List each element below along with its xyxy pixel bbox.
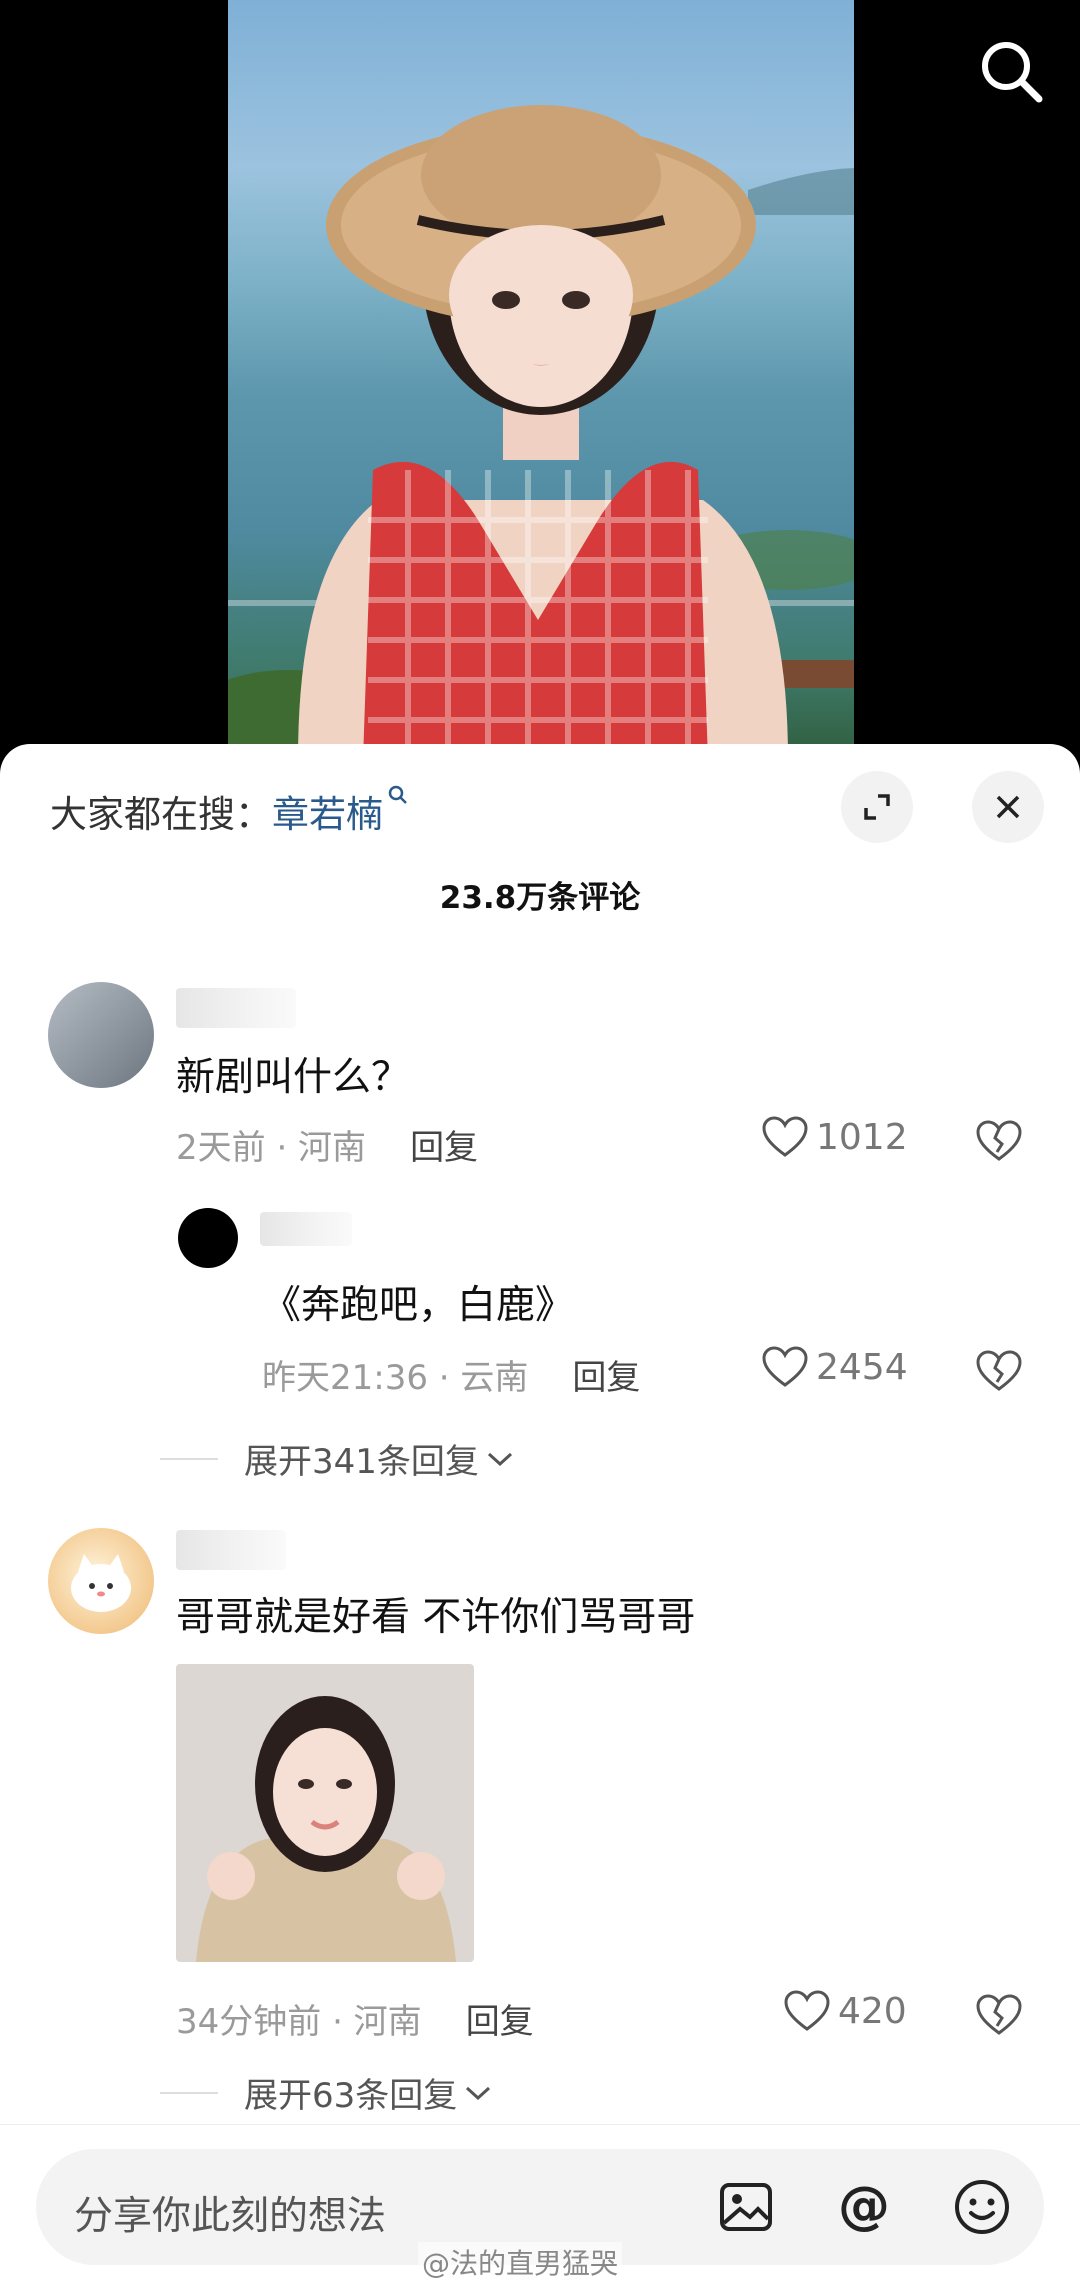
expand-line — [160, 2091, 218, 2094]
video-frame — [228, 0, 854, 760]
comment-image[interactable] — [176, 1664, 474, 1962]
broken-heart-icon — [976, 1120, 1022, 1161]
close-icon — [996, 795, 1020, 819]
hot-search: 大家都在搜：章若楠 — [50, 784, 409, 838]
at-icon: @ — [838, 2177, 890, 2236]
reply-button[interactable]: 回复 — [410, 1128, 478, 1168]
reply-button[interactable]: 回复 — [466, 2002, 534, 2042]
keyword-search-icon — [388, 785, 407, 804]
like-button[interactable]: 2454 — [762, 1346, 908, 1388]
like-count: 2454 — [816, 1346, 908, 1388]
comment-count: 23.8万条评论 — [439, 880, 641, 916]
expand-replies[interactable]: 展开63条回复 — [160, 2068, 493, 2117]
search-icon — [982, 42, 1043, 103]
dislike-button[interactable] — [976, 1350, 1022, 1396]
username[interactable] — [176, 1530, 286, 1570]
emoji-icon — [955, 2180, 1009, 2234]
input-divider — [0, 2124, 1080, 2125]
close-button[interactable] — [972, 771, 1044, 843]
reply-button[interactable]: 回复 — [572, 1358, 640, 1398]
avatar[interactable] — [48, 1528, 154, 1634]
avatar[interactable] — [48, 982, 154, 1088]
video-still-image — [228, 105, 854, 760]
like-button[interactable]: 420 — [784, 1990, 907, 2032]
comment-meta: 2天前 · 河南 回复 — [176, 1120, 478, 1169]
reply-avatar[interactable] — [178, 1208, 238, 1268]
hot-search-keyword[interactable]: 章若楠 — [272, 793, 383, 836]
image-icon — [720, 2183, 772, 2231]
comment-sheet: 大家都在搜：章若楠 23.8万条评论 新剧叫什么？ 2天前 · 河南 回复 101… — [0, 744, 1080, 2293]
comment-time: 2天前 · 河南 — [176, 1128, 367, 1168]
video-player[interactable] — [0, 0, 1080, 760]
username[interactable] — [176, 988, 296, 1028]
chevron-down-icon — [487, 1452, 512, 1466]
broken-heart-icon — [976, 1994, 1022, 2035]
reply-meta: 昨天21:36 · 云南 回复 — [262, 1350, 640, 1399]
like-count: 1012 — [816, 1116, 908, 1158]
expand-icon — [864, 794, 890, 820]
reply-time: 昨天21:36 · 云南 — [262, 1358, 529, 1398]
mention-button[interactable]: @ — [834, 2177, 894, 2237]
image-button[interactable] — [716, 2177, 776, 2237]
broken-heart-icon — [976, 1350, 1022, 1391]
chevron-down-icon — [466, 2086, 491, 2100]
expand-label: 展开341条回复 — [244, 1442, 479, 1482]
reply-text: 《奔跑吧，白鹿》 — [262, 1283, 575, 1328]
like-button[interactable]: 1012 — [762, 1116, 908, 1158]
emoji-button[interactable] — [952, 2177, 1012, 2237]
reply-username[interactable] — [260, 1212, 352, 1246]
cat-avatar-image — [71, 1554, 131, 1612]
svg-text:@: @ — [838, 2177, 890, 2236]
comment-photo — [176, 1664, 474, 1962]
search-button[interactable] — [970, 30, 1052, 112]
comment-text: 哥哥就是好看 不许你们骂哥哥 — [176, 1595, 696, 1640]
dislike-button[interactable] — [976, 1994, 1022, 2040]
comment-time: 34分钟前 · 河南 — [176, 2002, 422, 2042]
expand-line — [160, 1457, 218, 1460]
watermark: @法的直男猛哭 — [418, 2242, 623, 2282]
like-count: 420 — [838, 1990, 907, 2032]
dislike-button[interactable] — [976, 1120, 1022, 1166]
expand-label: 展开63条回复 — [244, 2076, 458, 2116]
expand-replies[interactable]: 展开341条回复 — [160, 1434, 515, 1483]
heart-icon — [762, 1116, 808, 1157]
comment-text: 新剧叫什么？ — [176, 1055, 411, 1100]
heart-icon — [762, 1346, 808, 1387]
comment-meta: 34分钟前 · 河南 回复 — [176, 1994, 534, 2043]
heart-icon — [784, 1990, 830, 2031]
hot-search-label: 大家都在搜： — [50, 793, 272, 836]
fullscreen-button[interactable] — [841, 771, 913, 843]
comment-input[interactable]: 分享你此刻的想法 — [74, 2185, 386, 2241]
